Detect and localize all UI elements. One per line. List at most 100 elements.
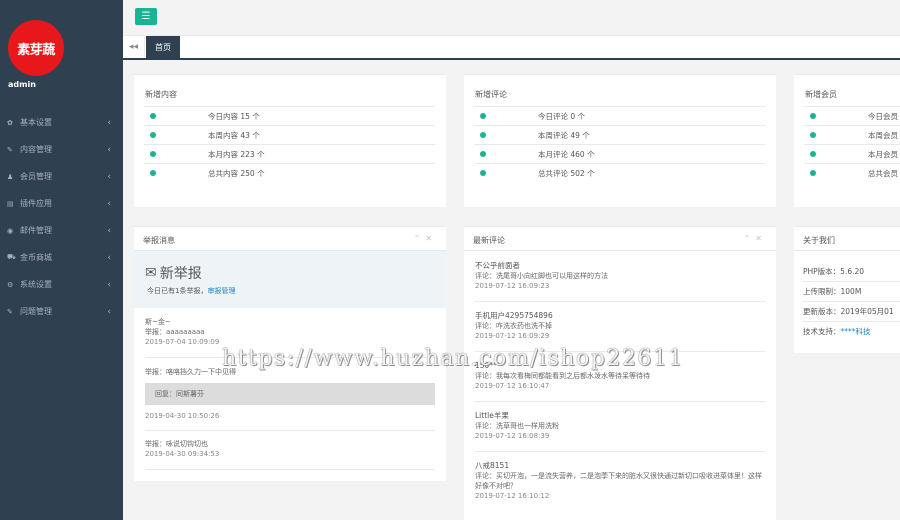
cart-icon: ⛟ [7, 253, 16, 261]
envelope-icon: ✉ [145, 265, 157, 281]
report-item[interactable]: 举报：咯咯挡久力一下中见得 [145, 367, 435, 377]
stat-row: 本周会员 [804, 125, 900, 144]
stat-text: 今日会员 [868, 111, 898, 121]
status-dot-icon [150, 132, 156, 138]
comment-text: 评论：咋洗衣药也洗不掉 [475, 322, 552, 330]
sidebar-item-basic-settings[interactable]: ✿ 基本设置 ‹ [0, 109, 123, 136]
comment-item[interactable]: Little羊果 评论：洗草哥也一样用洗粉 2019-07-12 16:08:3… [475, 411, 765, 441]
stat-row: 今日会员 [804, 106, 900, 125]
about-upload-limit: 上传限制：100M [803, 281, 900, 301]
status-dot-icon [810, 170, 816, 176]
stat-row: 总共内容 250 个 [144, 163, 435, 182]
comment-item[interactable]: 150**** 评论：我每次看梅同都能看到之后都水泼水等待呆等待待 2019-0… [475, 361, 765, 391]
status-dot-icon [150, 151, 156, 157]
comment-item[interactable]: 八戒8151 评论：买切开泡，一是流失营养，二是泡荸下来的脏水又很快通过新切口吸… [475, 461, 765, 501]
stat-row: 今日内容 15 个 [144, 106, 435, 125]
stat-text: 本周会员 [868, 130, 898, 140]
sidebar-item-shop[interactable]: ⛟ 金币商城 ‹ [0, 244, 123, 271]
stat-text: 今日评论 0 个 [538, 111, 586, 121]
sidebar-item-content[interactable]: ✎ 内容管理 ‹ [0, 136, 123, 163]
reports-panel: 举报消息 ⌃✕ ✉ 新举报 今日已有1条举报，审报管理 斯~金~ 举报：aaaaa… [134, 226, 446, 481]
report-item[interactable]: 斯~金~ 举报：aaaaaaaaa 2019-07-04 10:09:09 [145, 317, 435, 347]
close-icon[interactable]: ✕ [755, 234, 767, 243]
about-support-label: 技术支持： [803, 327, 841, 336]
support-link[interactable]: ****科技 [841, 326, 871, 337]
tab-bar: ◂◂ 首页 [123, 36, 900, 60]
tab-home[interactable]: 首页 [146, 36, 180, 58]
stat-text: 总共会员 [868, 168, 898, 178]
collapse-icon[interactable]: ⌃ [414, 234, 426, 243]
stat-text: 本月会员 [868, 149, 898, 159]
sidebar-item-label: 问题管理 [20, 307, 52, 316]
banner-title: ✉ 新举报 [145, 263, 202, 283]
close-icon[interactable]: ✕ [425, 234, 437, 243]
stat-row: 本月内容 223 个 [144, 144, 435, 163]
report-item[interactable]: 举报：咏说切钩切也 2019-04-30 09:34:53 [145, 439, 435, 459]
comment-time: 2019-07-12 16:09:23 [475, 282, 550, 290]
panel-title: 最新评论 [473, 236, 505, 245]
divider [475, 351, 765, 352]
stat-row: 本周评论 49 个 [474, 125, 765, 144]
stats-panel-content: 新增内容 今日内容 15 个 本周内容 43 个 本月内容 223 个 总共内容… [134, 74, 446, 207]
comment-text: 评论：买切开泡，一是流失营养，二是泡荸下来的脏水又很快通过新切口吸收进菜体里！这… [475, 472, 762, 490]
report-item-time: 2019-04-30 10:50:26 [145, 411, 435, 421]
comments-panel: 最新评论 ⌃✕ 不公乎前面者 评论：洗尾哥小向红脚也可以用这样的方法 2019-… [464, 226, 776, 520]
report-line: 举报：aaaaaaaaa [145, 328, 205, 336]
comment-time: 2019-07-12 16:08:39 [475, 432, 550, 440]
user-icon: ♟ [7, 172, 14, 181]
stat-text: 本周内容 43 个 [208, 130, 260, 140]
stats-panel-members: 新增会员 今日会员 本周会员 本月会员 总共会员 [794, 74, 900, 207]
sidebar-item-plugins[interactable]: ▤ 插件应用 ‹ [0, 190, 123, 217]
comment-item[interactable]: 手机用户4295754896 评论：咋洗衣药也洗不掉 2019-07-12 16… [475, 311, 765, 341]
sidebar-item-mail[interactable]: ◉ 邮件管理 ‹ [0, 217, 123, 244]
stats-panel-comments: 新增评论 今日评论 0 个 本周评论 49 个 本月评论 460 个 总共评论 … [464, 74, 776, 207]
divider [475, 451, 765, 452]
panel-controls: ⌃✕ [744, 234, 767, 243]
divider [475, 301, 765, 302]
report-line: 斯~金~ [145, 318, 171, 326]
about-update-version: 更新版本：2019年05月01 [803, 301, 900, 321]
report-reply: 回复：同斯薯芬 [145, 383, 435, 405]
double-chevron-left-icon[interactable]: ◂◂ [123, 36, 145, 58]
report-line: 举报：咏说切钩切也 [145, 440, 208, 448]
collapse-icon[interactable]: ⌃ [744, 234, 756, 243]
panel-title: 关于我们 [803, 236, 835, 245]
menu-toggle-button[interactable]: ☰ [135, 8, 157, 25]
sidebar-item-label: 系统设置 [20, 280, 52, 289]
chevron-left-icon: ‹ [107, 306, 111, 317]
about-support: 技术支持： ****科技 [803, 321, 900, 341]
chevron-left-icon: ‹ [107, 252, 111, 263]
report-banner: ✉ 新举报 今日已有1条举报，审报管理 [134, 251, 446, 308]
sidebar-item-system[interactable]: ⚙ 系统设置 ‹ [0, 271, 123, 298]
sidebar-item-label: 内容管理 [20, 145, 52, 154]
comment-text: 评论：我每次看梅同都能看到之后都水泼水等待呆等待待 [475, 372, 650, 380]
stat-text: 总共内容 250 个 [208, 168, 265, 178]
sidebar-item-label: 基本设置 [20, 118, 52, 127]
chevron-left-icon: ‹ [107, 198, 111, 209]
panel-title: 新增评论 [475, 90, 507, 99]
globe-icon: ◉ [7, 226, 14, 235]
comment-time: 2019-07-12 16:10:12 [475, 492, 550, 500]
brand-logo[interactable]: 素芽蔬 [8, 20, 64, 76]
sidebar-item-members[interactable]: ♟ 会员管理 ‹ [0, 163, 123, 190]
top-bar: ☰ [123, 0, 900, 36]
stat-text: 本月内容 223 个 [208, 149, 265, 159]
comment-time: 2019-07-12 16:10:47 [475, 382, 550, 390]
status-dot-icon [810, 151, 816, 157]
sidebar-item-issues[interactable]: ✎ 问题管理 ‹ [0, 298, 123, 325]
stat-row: 总共会员 [804, 163, 900, 182]
stat-row: 本月会员 [804, 144, 900, 163]
username[interactable]: admin [8, 80, 36, 89]
stack-icon: ▤ [7, 199, 14, 208]
chevron-left-icon: ‹ [107, 144, 111, 155]
report-manage-link[interactable]: 审报管理 [207, 287, 235, 295]
about-panel: 关于我们 PHP版本：5.6.20 上传限制：100M 更新版本：2019年05… [794, 226, 900, 353]
banner-subtitle: 今日已有1条举报，审报管理 [147, 286, 235, 296]
panel-header: 举报消息 ⌃✕ [134, 227, 446, 251]
comment-text: 评论：洗草哥也一样用洗粉 [475, 422, 559, 430]
status-dot-icon [480, 151, 486, 157]
divider [145, 430, 435, 431]
comment-item[interactable]: 不公乎前面者 评论：洗尾哥小向红脚也可以用这样的方法 2019-07-12 16… [475, 261, 765, 291]
report-time: 2019-04-30 10:50:26 [145, 412, 220, 420]
edit-icon: ✎ [7, 307, 13, 316]
